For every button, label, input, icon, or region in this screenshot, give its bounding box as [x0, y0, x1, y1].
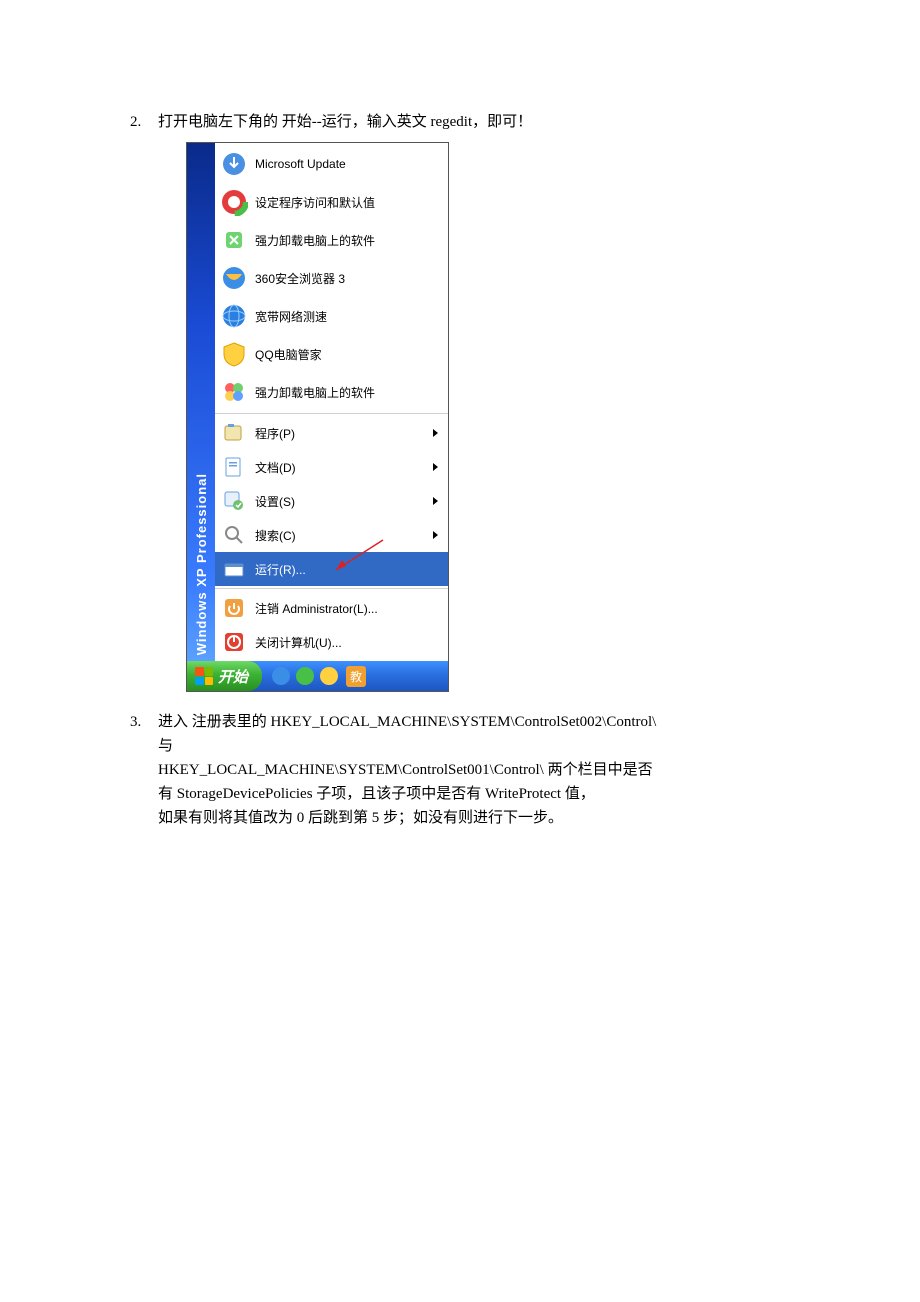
- quick-launch-icon[interactable]: [272, 667, 290, 685]
- menu-item-network-test[interactable]: 宽带网络测速: [215, 297, 448, 335]
- quick-launch: [272, 667, 338, 685]
- globe-icon: [219, 301, 249, 331]
- update-icon: [219, 149, 249, 179]
- menu-item-uninstall-1[interactable]: 强力卸载电脑上的软件: [215, 221, 448, 259]
- submenu-arrow-icon: [433, 463, 438, 471]
- quick-launch-icon[interactable]: [320, 667, 338, 685]
- step-3-line: 如果有则将其值改为 0 后跳到第 5 步；如没有则进行下一步。: [158, 806, 790, 830]
- start-menu-side-strip: Windows XP Professional: [187, 143, 215, 661]
- start-menu-screenshot: Windows XP Professional Microsoft Update: [186, 142, 449, 692]
- menu-item-uninstall-2[interactable]: 强力卸载电脑上的软件: [215, 373, 448, 411]
- menu-item-label: 强力卸载电脑上的软件: [255, 384, 442, 401]
- submenu-arrow-icon: [433, 429, 438, 437]
- menu-item-program-defaults[interactable]: 设定程序访问和默认值: [215, 183, 448, 221]
- uninstall-icon: [219, 225, 249, 255]
- step-3-text: 进入 注册表里的 HKEY_LOCAL_MACHINE\SYSTEM\Contr…: [158, 710, 790, 830]
- menu-item-label: 关闭计算机(U)...: [255, 634, 442, 651]
- menu-item-label: 宽带网络测速: [255, 308, 442, 325]
- menu-item-label: Microsoft Update: [255, 157, 442, 171]
- clover-icon: [219, 377, 249, 407]
- menu-item-logoff[interactable]: 注销 Administrator(L)...: [215, 591, 448, 625]
- settings-icon: [219, 486, 249, 516]
- menu-item-label: 文档(D): [255, 459, 433, 476]
- menu-item-label: 设定程序访问和默认值: [255, 194, 442, 211]
- menu-item-run[interactable]: 运行(R)...: [215, 552, 448, 586]
- windows-logo-icon: [195, 667, 213, 685]
- browser-icon: [219, 263, 249, 293]
- submenu-arrow-icon: [433, 497, 438, 505]
- menu-item-label: 程序(P): [255, 425, 433, 442]
- start-button-label: 开始: [218, 666, 248, 687]
- menu-item-ms-update[interactable]: Microsoft Update: [215, 145, 448, 183]
- menu-item-search[interactable]: 搜索(C): [215, 518, 448, 552]
- menu-item-programs[interactable]: 程序(P): [215, 416, 448, 450]
- step-3: 3. 进入 注册表里的 HKEY_LOCAL_MACHINE\SYSTEM\Co…: [130, 710, 790, 830]
- side-strip-label: Windows XP Professional: [194, 467, 209, 661]
- menu-item-360-browser[interactable]: 360安全浏览器 3: [215, 259, 448, 297]
- step-2-number: 2.: [130, 110, 158, 134]
- taskbar-app-button[interactable]: 教: [346, 666, 366, 687]
- step-3-number: 3.: [130, 710, 158, 830]
- start-button[interactable]: 开始: [187, 661, 262, 691]
- step-3-line: 进入 注册表里的 HKEY_LOCAL_MACHINE\SYSTEM\Contr…: [158, 710, 790, 734]
- shield-icon: [219, 339, 249, 369]
- programs-icon: [219, 418, 249, 448]
- documents-icon: [219, 452, 249, 482]
- start-menu-section-power: 注销 Administrator(L)... 关闭计算机(U)...: [215, 589, 448, 661]
- menu-item-label: 强力卸载电脑上的软件: [255, 232, 442, 249]
- menu-item-label: 注销 Administrator(L)...: [255, 600, 442, 617]
- menu-item-qq-manager[interactable]: QQ电脑管家: [215, 335, 448, 373]
- step-2: 2. 打开电脑左下角的 开始--运行，输入英文 regedit，即可！: [130, 110, 790, 134]
- step-3-line: 与: [158, 734, 790, 758]
- submenu-arrow-icon: [433, 531, 438, 539]
- shutdown-icon: [219, 627, 249, 657]
- menu-item-documents[interactable]: 文档(D): [215, 450, 448, 484]
- menu-item-label: 运行(R)...: [255, 561, 442, 578]
- run-icon: [219, 554, 249, 584]
- search-icon: [219, 520, 249, 550]
- menu-item-label: 设置(S): [255, 493, 433, 510]
- step-3-line: HKEY_LOCAL_MACHINE\SYSTEM\ControlSet001\…: [158, 758, 790, 782]
- menu-item-label: QQ电脑管家: [255, 346, 442, 363]
- start-menu-section-apps: Microsoft Update 设定程序访问和默认值 强力卸载电脑上的软件: [215, 143, 448, 414]
- menu-item-settings[interactable]: 设置(S): [215, 484, 448, 518]
- defaults-icon: [219, 187, 249, 217]
- start-menu-section-system: 程序(P) 文档(D) 设置(S): [215, 414, 448, 589]
- menu-item-label: 360安全浏览器 3: [255, 270, 442, 287]
- taskbar: 开始 教: [187, 661, 448, 691]
- taskbar-app-label: 教: [350, 670, 362, 684]
- menu-item-shutdown[interactable]: 关闭计算机(U)...: [215, 625, 448, 659]
- quick-launch-icon[interactable]: [296, 667, 314, 685]
- logoff-icon: [219, 593, 249, 623]
- step-2-text: 打开电脑左下角的 开始--运行，输入英文 regedit，即可！: [158, 110, 790, 134]
- step-3-line: 有 StorageDevicePolicies 子项，且该子项中是否有 Writ…: [158, 782, 790, 806]
- menu-item-label: 搜索(C): [255, 527, 433, 544]
